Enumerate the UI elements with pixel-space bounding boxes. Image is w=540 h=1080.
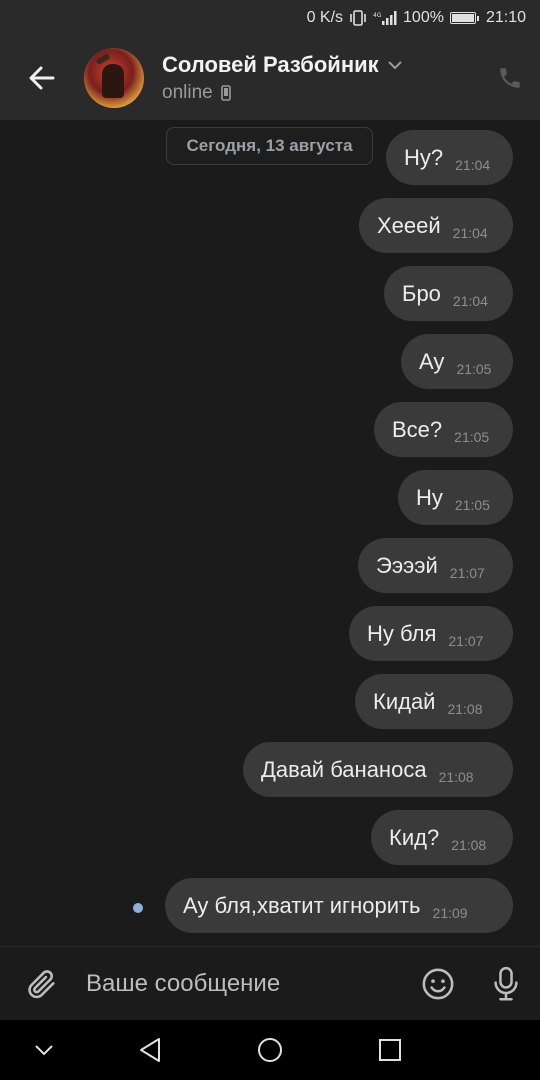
clock: 21:10 (485, 9, 526, 26)
system-nav-bar (0, 1020, 540, 1080)
contact-info[interactable]: Соловей Разбойник online (162, 52, 480, 104)
avatar-figure (102, 64, 124, 98)
emoji-button[interactable] (404, 947, 472, 1021)
chat-header: Соловей Разбойник online (0, 36, 540, 120)
mobile-device-icon (220, 85, 231, 101)
message-bubble[interactable]: Давай бананоса 21:08 (243, 742, 513, 797)
message-text: Хееей (377, 212, 441, 238)
square-recents-icon (379, 1039, 401, 1061)
circle-home-icon (258, 1038, 282, 1062)
paperclip-icon (28, 969, 55, 998)
message-text: Ну? (404, 144, 444, 170)
message-bubble[interactable]: Ну 21:05 (398, 470, 513, 525)
nav-home-button[interactable] (240, 1020, 300, 1080)
message-text: Кидай (373, 688, 436, 714)
arrow-back-icon (29, 66, 55, 90)
message-time: 21:05 (454, 428, 490, 445)
message-time: 21:09 (432, 904, 468, 921)
message-bubble[interactable]: Кидай 21:08 (355, 674, 513, 729)
message-text: Ау (419, 348, 445, 374)
date-separator: Сегодня, 13 августа (166, 127, 373, 165)
attach-button[interactable] (0, 947, 84, 1021)
avatar-detail (95, 52, 111, 66)
chevron-down-icon (35, 1045, 53, 1056)
battery-fill (451, 14, 474, 22)
status-bar: 0 K/s 4G 100% 21:10 (0, 0, 540, 36)
triangle-back-icon (140, 1038, 160, 1062)
nav-recents-button[interactable] (360, 1020, 420, 1080)
call-button[interactable] (480, 36, 540, 120)
nav-back-button[interactable] (120, 1020, 180, 1080)
network-type: 4G (373, 12, 382, 19)
message-time: 21:04 (452, 224, 488, 241)
message-text: Кид? (389, 824, 440, 850)
message-time: 21:07 (448, 632, 484, 649)
avatar[interactable] (84, 48, 144, 108)
message-time: 21:07 (449, 564, 485, 581)
chat-screen: 0 K/s 4G 100% 21:10 Соловей Разбойник on… (0, 0, 540, 1080)
back-button[interactable] (0, 36, 84, 120)
message-list[interactable]: Сегодня, 13 августа Ну? 21:04 Хееей 21:0… (0, 120, 540, 946)
microphone-icon (494, 966, 518, 1000)
message-time: 21:08 (438, 768, 474, 785)
message-time: 21:05 (456, 360, 492, 377)
message-time: 21:04 (452, 292, 488, 309)
battery-percent: 100% (403, 9, 444, 26)
voice-message-button[interactable] (472, 947, 540, 1021)
message-bubble[interactable]: Ау 21:05 (401, 334, 513, 389)
message-text: Все? (392, 416, 443, 442)
message-time: 21:08 (447, 700, 483, 717)
message-bubble[interactable]: Ну бля 21:07 (349, 606, 513, 661)
presence-status: online (162, 82, 213, 103)
message-text: Ау бля,хватит игнорить (183, 892, 421, 918)
message-text: Бро (402, 280, 441, 306)
message-bubble[interactable]: Ээээй 21:07 (358, 538, 513, 593)
message-bubble[interactable]: Ну? 21:04 (386, 130, 513, 185)
message-composer (0, 946, 540, 1020)
message-bubble[interactable]: Бро 21:04 (384, 266, 513, 321)
message-bubble[interactable]: Хееей 21:04 (359, 198, 513, 253)
vibrate-icon (349, 10, 367, 26)
message-text: Ээээй (376, 552, 438, 578)
chevron-down-icon (387, 61, 402, 70)
net-speed: 0 K/s (306, 9, 344, 26)
message-bubble[interactable]: Ау бля,хватит игнорить 21:09 (165, 878, 513, 933)
message-text: Давай бананоса (261, 756, 427, 782)
emoji-icon (422, 968, 454, 999)
message-text: Ну (416, 484, 443, 510)
unread-indicator (133, 903, 143, 913)
message-bubble[interactable]: Все? 21:05 (374, 402, 513, 457)
message-bubble[interactable]: Кид? 21:08 (371, 810, 513, 865)
message-input[interactable] (86, 969, 404, 998)
message-time: 21:08 (451, 836, 487, 853)
signal-icon: 4G (373, 10, 397, 26)
message-time: 21:04 (455, 156, 491, 173)
message-time: 21:05 (454, 496, 490, 513)
nav-hide-button[interactable] (14, 1020, 74, 1080)
battery-icon (449, 12, 479, 24)
message-text: Ну бля (367, 620, 437, 646)
contact-name: Соловей Разбойник (162, 52, 379, 77)
phone-icon (500, 68, 520, 88)
